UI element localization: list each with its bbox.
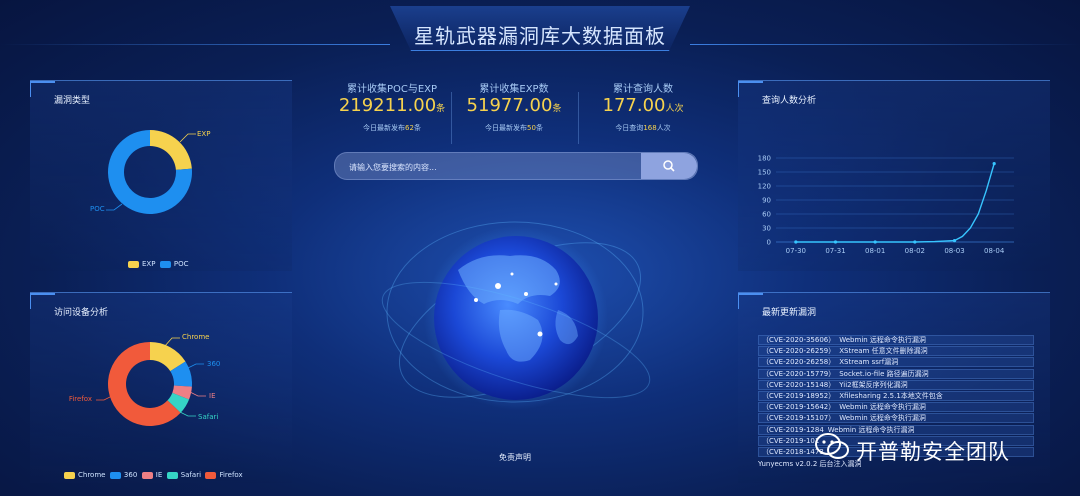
stat-unit: 人次 [665,104,684,114]
panel-title: 最新更新漏洞 [762,308,817,318]
vuln-name: Yii2框架反序列化漏洞 [839,380,908,389]
series-line [795,163,995,243]
list-item[interactable]: （CVE-2019-15107） Webmin 远程命令执行漏洞 [758,413,1034,424]
list-item[interactable]: （CVE-2020-15148） Yii2框架反序列化漏洞 [758,379,1034,390]
search-icon [663,160,675,172]
y-tick-label: 120 [758,183,771,191]
stat-poc-exp: 累计收集POC与EXP 219211.00条 今日最新发布62条 [328,80,456,133]
vuln-type-donut: EXP POC [90,130,210,214]
cve-id: （CVE-2019-18952） [762,392,836,400]
vuln-type-legend: EXP POC [128,260,189,268]
device-legend: Chrome 360 IE Safari Firefox [64,471,243,479]
vuln-name: Webmin 远程命令执行漏洞 [839,414,926,423]
stat-label: 累计查询人数 [613,84,673,95]
x-tick-label: 08-01 [865,247,885,255]
y-tick-label: 180 [758,155,771,163]
search-input[interactable] [347,153,641,181]
wechat-icon [815,433,849,459]
data-point[interactable] [992,162,996,166]
slice-label: 360 [207,360,220,368]
stat-queries: 累计查询人数 177.00人次 今日查询168人次 [579,80,707,133]
legend-item-exp[interactable]: EXP [128,260,155,268]
x-tick-label: 08-03 [944,247,964,255]
label-leader [106,203,123,211]
data-point[interactable] [952,239,957,243]
cve-id: （CVE-2019-101 [762,436,820,445]
stat-sub: 今日最新发布62条 [363,124,421,132]
slice-label: IE [209,392,216,400]
legend-item-poc[interactable]: POC [159,260,189,268]
stat-sub: 今日最新发布50条 [485,124,543,132]
stat-unit: 条 [436,104,446,114]
stat-value: 51977.00 [466,95,553,116]
x-tick-label: 07-30 [786,247,806,255]
stat-exp: 累计收集EXP数 51977.00条 今日最新发布50条 [450,80,578,133]
vuln-name: XStream 任意文件删除漏洞 [839,347,928,356]
label-leader [179,133,196,143]
cve-id: （CVE-2020-15148） [762,380,836,389]
list-item[interactable]: （CVE-2019-15642） Webmin 远程命令执行漏洞 [758,402,1034,413]
vuln-name: XStream ssrf漏洞 [839,358,899,367]
slice-label: Firefox [69,395,92,403]
legend-item-safari[interactable]: Safari [166,471,201,479]
stat-value: 177.00 [602,95,666,116]
x-tick-label: 08-02 [905,247,925,255]
list-item[interactable]: （CVE-2019-18952） Xfilesharing 2.5.1本地文件包含 [758,391,1034,401]
vuln-name: Webmin 远程命令执行漏洞 [839,403,926,412]
data-point[interactable] [913,240,917,244]
label-leader [187,363,204,369]
list-item[interactable]: （CVE-2020-26259） XStream 任意文件删除漏洞 [758,346,1034,357]
slice-label: EXP [197,130,210,138]
list-item[interactable]: （CVE-2020-15779） Socket.io-file 路径遍历漏洞 [758,368,1034,379]
legend-item-chrome[interactable]: Chrome [64,471,105,479]
stat-value: 219211.00 [338,95,437,116]
x-tick-label: 07-31 [825,247,845,255]
legend-item-ie[interactable]: IE [141,471,162,479]
vuln-name: Socket.io-file 路径遍历漏洞 [839,369,929,378]
disclaimer-link[interactable]: 免责声明 [440,452,590,463]
search-button[interactable] [641,153,697,179]
cve-id: （CVE-2020-26259） [762,347,836,356]
header: 星轨武器漏洞库大数据面板 [0,0,1080,62]
cve-id: （CVE-2020-35606） [762,336,836,344]
x-tick-label: 08-04 [984,247,1005,255]
label-leader [96,395,113,401]
cve-id: （CVE-2019-15642） [762,403,836,412]
slice-label: Chrome [182,333,209,341]
legend-item-firefox[interactable]: Firefox [205,471,243,479]
data-point[interactable] [794,240,798,244]
device-donut: Chrome 360 IE Safari Firefox [69,333,220,426]
y-tick-label: 60 [762,211,771,219]
label-leader [179,411,196,417]
y-tick-label: 30 [762,225,771,233]
y-tick-label: 0 [767,239,771,247]
watermark: 开普勒安全团队 [812,428,1052,464]
watermark-text: 开普勒安全团队 [856,440,1010,464]
label-leader [189,391,206,397]
stat-label: 累计收集POC与EXP [346,84,438,95]
cve-id: （CVE-2020-26258） [762,358,836,367]
data-point[interactable] [873,240,877,244]
legend-item-360[interactable]: 360 [109,471,137,479]
globe-graphic [381,221,651,410]
search-bar [334,152,698,181]
y-tick-label: 150 [758,169,771,177]
cve-id: （CVE-2020-15779） [762,369,836,378]
list-item[interactable]: （CVE-2020-26258） XStream ssrf漏洞 [758,357,1034,368]
vuln-name: Xfilesharing 2.5.1本地文件包含 [839,392,943,400]
query-line-chart: 0 30 60 90 120 150 180 07-30 07-31 08-01 08-02 08-0… [758,155,1014,255]
slice-label: Safari [198,413,218,421]
stat-sub: 今日查询168人次 [615,124,671,132]
y-tick-label: 90 [762,197,771,205]
cve-id: （CVE-2019-15107） [762,414,836,423]
vuln-name: Webmin 远程命令执行漏洞 [839,336,926,344]
data-point[interactable] [833,240,838,244]
list-item[interactable]: （CVE-2020-35606） Webmin 远程命令执行漏洞 [758,335,1034,345]
stat-unit: 条 [552,104,562,114]
stat-label: 累计收集EXP数 [479,84,549,95]
page-title: 星轨武器漏洞库大数据面板 [414,24,666,48]
slice-label: POC [90,205,105,213]
